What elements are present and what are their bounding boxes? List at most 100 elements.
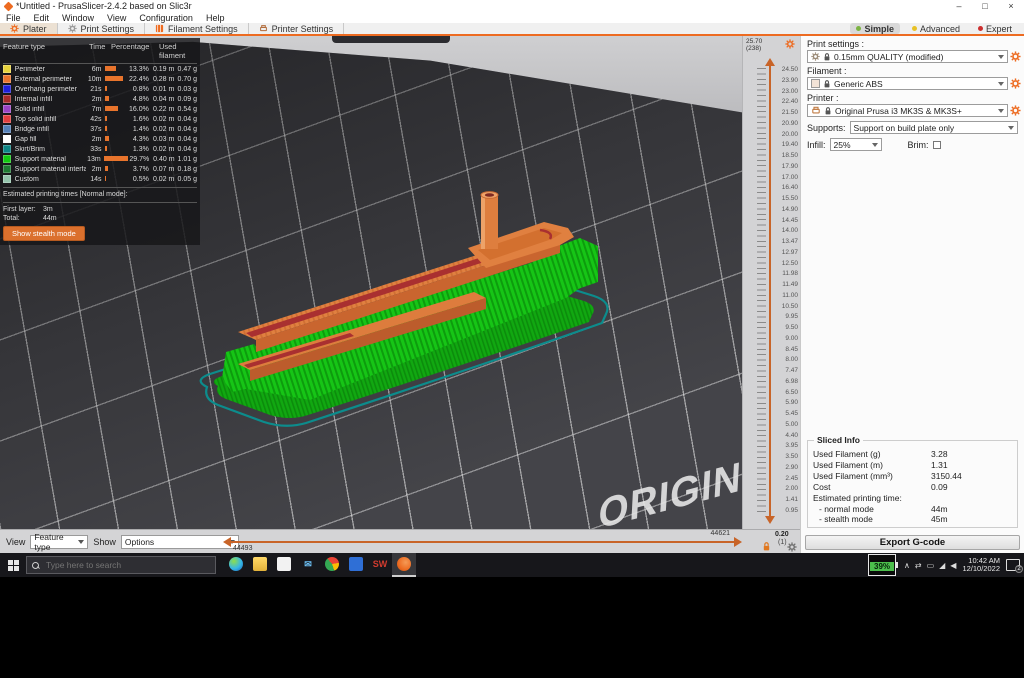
brim-checkbox[interactable] xyxy=(932,140,941,149)
move-slider-left-handle[interactable] xyxy=(223,537,231,547)
taskbar-app-tile[interactable] xyxy=(272,553,296,577)
taskbar-search[interactable] xyxy=(26,556,216,574)
menu-item[interactable]: File xyxy=(6,13,21,23)
feature-weight: 0.47 g xyxy=(177,65,197,73)
filament-gear-icon[interactable] xyxy=(1010,78,1021,89)
layer-slider-bottom-handle[interactable] xyxy=(765,516,775,524)
menu-item[interactable]: Edit xyxy=(34,13,50,23)
feature-color-swatch xyxy=(3,95,11,103)
feature-name: Top solid infill xyxy=(14,115,57,123)
print-settings-gear-icon[interactable] xyxy=(1010,51,1021,62)
tab-plater[interactable]: Plater xyxy=(0,23,58,34)
layer-slider[interactable]: 24.50 23.90 23.00 22.40 21.50 20.90 20.00 19.40… xyxy=(743,58,800,524)
start-button[interactable] xyxy=(0,553,26,577)
infill-select[interactable]: 25% xyxy=(829,138,882,151)
layer-tick-label: 11.00 xyxy=(782,291,798,299)
percentage-bar xyxy=(104,175,106,181)
printer-select[interactable]: Original Prusa i3 MK3S & MK3S+ xyxy=(807,104,1008,117)
tab-filament-settings[interactable]: Filament Settings xyxy=(145,23,249,34)
tab-printer-settings[interactable]: Printer Settings xyxy=(249,23,345,34)
mode-button[interactable]: Expert xyxy=(972,23,1018,34)
mode-button[interactable]: Advanced xyxy=(906,23,966,34)
taskbar-app-tile[interactable] xyxy=(224,553,248,577)
feature-weight: 0.04 g xyxy=(177,145,197,153)
mode-button[interactable]: Simple xyxy=(850,23,900,34)
feature-name: Support material interface xyxy=(14,165,87,173)
layer-slider-track[interactable] xyxy=(769,66,771,516)
minimize-button[interactable]: – xyxy=(946,0,972,12)
view-select[interactable]: Feature type xyxy=(30,532,89,552)
mode-dot-icon xyxy=(911,26,917,31)
feature-length: 0.03 m xyxy=(152,135,175,143)
feature-length: 0.02 m xyxy=(152,175,175,183)
viewport-gear-icon[interactable] xyxy=(787,542,797,552)
supports-select[interactable]: Support on build plate only xyxy=(849,121,1018,134)
battery-nub xyxy=(896,562,899,568)
tab-print-settings[interactable]: Print Settings xyxy=(58,23,146,34)
volume-icon[interactable]: ◀ xyxy=(950,561,956,570)
sliced-info-panel: Sliced Info Used Filament (g) 3.28 Used … xyxy=(807,435,1018,528)
tab-label: Print Settings xyxy=(80,23,135,34)
sliced-info-value: 1.31 xyxy=(931,459,948,470)
chevron-down-icon xyxy=(998,81,1004,86)
layer-slider-top-handle[interactable] xyxy=(765,58,775,66)
taskbar-app-tile[interactable] xyxy=(248,553,272,577)
layer-tick-label: 17.90 xyxy=(781,162,798,170)
slider-lock-icon[interactable] xyxy=(762,542,771,551)
layer-tick-label: 5.00 xyxy=(785,420,798,428)
profile-cog-icon xyxy=(811,52,820,61)
feature-weight: 0.04 g xyxy=(177,115,197,123)
brim-label: Brim: xyxy=(907,139,929,150)
battery-icon[interactable]: ▭ xyxy=(927,561,935,570)
battery-widget[interactable]: 39% xyxy=(868,554,899,576)
sync-icon[interactable]: ⇄ xyxy=(915,561,922,570)
tray-expand-icon[interactable]: ∧ xyxy=(904,561,910,570)
feature-time: 14s xyxy=(90,175,102,183)
menu-item[interactable]: View xyxy=(107,13,126,23)
chevron-down-icon xyxy=(998,54,1004,59)
maximize-button[interactable]: □ xyxy=(972,0,998,12)
tab-label: Printer Settings xyxy=(271,23,334,34)
notification-center-icon[interactable]: 2 xyxy=(1006,559,1023,573)
taskbar-clock[interactable]: 10:42 AM 12/10/2022 xyxy=(962,557,1000,573)
close-button[interactable]: × xyxy=(998,0,1024,12)
percentage-bar xyxy=(103,155,128,161)
feature-weight: 0.03 g xyxy=(177,85,197,93)
print-settings-select[interactable]: 0.15mm QUALITY (modified) xyxy=(807,50,1008,63)
taskbar-app-tile[interactable]: SW xyxy=(368,553,392,577)
move-slider-right-handle[interactable] xyxy=(734,537,742,547)
feature-color-swatch xyxy=(3,115,11,123)
filament-settings-icon xyxy=(155,24,164,33)
viewport-3d[interactable]: ORIGIN Feature type Time Percentage Used… xyxy=(0,36,742,529)
taskbar-app-tile[interactable] xyxy=(392,553,416,577)
layer-edit-cog-icon[interactable] xyxy=(785,39,795,49)
show-label: Show xyxy=(93,537,116,547)
mode-selector: Simple Advanced Expert xyxy=(850,23,1024,34)
taskbar-app-tile[interactable] xyxy=(320,553,344,577)
sliced-info-label: Used Filament (mm³) xyxy=(813,470,893,481)
layer-tick-label: 19.40 xyxy=(781,141,798,149)
taskbar-app-tile[interactable] xyxy=(344,553,368,577)
show-select[interactable]: Options xyxy=(120,535,239,549)
supports-label: Supports: xyxy=(807,122,846,133)
printer-gear-icon[interactable] xyxy=(1010,105,1021,116)
menu-item[interactable]: Window xyxy=(62,13,94,23)
show-stealth-mode-button[interactable]: Show stealth mode xyxy=(3,226,85,241)
taskbar-app-tile[interactable]: ✉ xyxy=(296,553,320,577)
layer-tick-label: 0.95 xyxy=(785,506,798,514)
search-input[interactable] xyxy=(44,559,194,571)
tab-label: Plater xyxy=(23,23,47,34)
menu-item[interactable]: Configuration xyxy=(139,13,193,23)
feature-length: 0.01 m xyxy=(152,85,175,93)
export-gcode-button[interactable]: Export G-code xyxy=(805,535,1020,550)
menu-item[interactable]: Help xyxy=(206,13,225,23)
filament-select[interactable]: Generic ABS xyxy=(807,77,1008,90)
sliced-info-label: Used Filament (g) xyxy=(813,448,881,459)
lock-icon xyxy=(825,106,831,115)
printer-label: Printer : xyxy=(807,93,839,103)
feature-color-swatch xyxy=(3,75,11,83)
wifi-icon[interactable]: ◢ xyxy=(939,561,945,570)
chevron-down-icon xyxy=(998,108,1004,113)
move-slider[interactable] xyxy=(223,537,742,547)
layer-tick-label: 23.00 xyxy=(781,87,798,95)
